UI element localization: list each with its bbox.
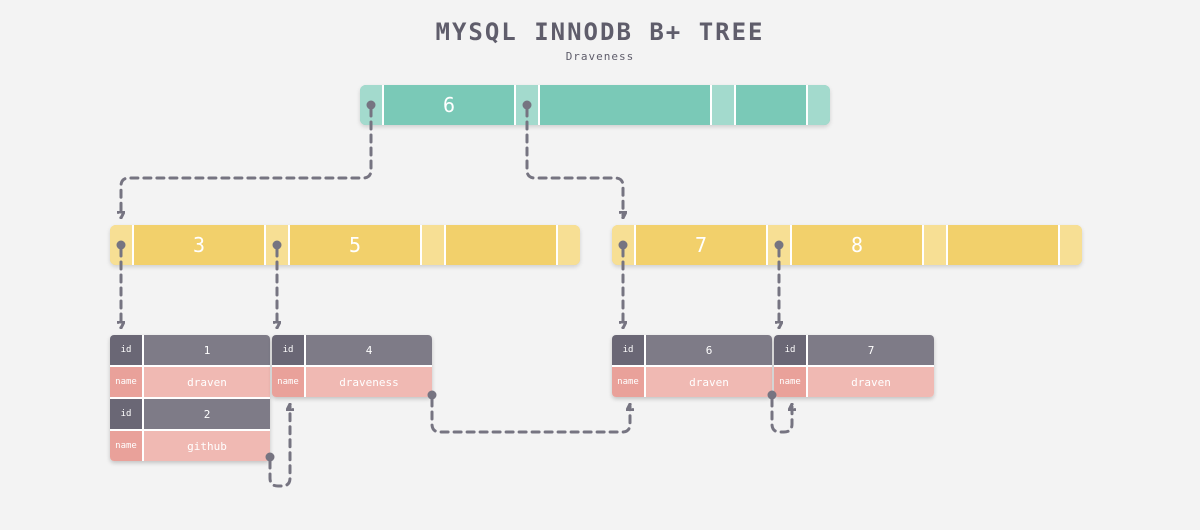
leaf2-id-label: id <box>272 335 306 365</box>
leaf4-id: 7 <box>808 335 934 365</box>
leaf1a-name-label: name <box>110 367 144 397</box>
il-ptr-2 <box>422 225 444 265</box>
leaf1a-id-label: id <box>110 335 144 365</box>
leaf3-id: 6 <box>646 335 772 365</box>
root-ptr-0 <box>360 85 382 125</box>
root-key-empty-2 <box>736 85 806 125</box>
ir-key-0: 7 <box>636 225 766 265</box>
leaf1b-id-label: id <box>110 399 144 429</box>
leaf4-id-label: id <box>774 335 808 365</box>
leaf1b-id: 2 <box>144 399 270 429</box>
root-ptr-end <box>808 85 830 125</box>
il-key-empty <box>446 225 556 265</box>
il-key-1: 5 <box>290 225 420 265</box>
ir-ptr-end <box>1060 225 1082 265</box>
leaf1a-id: 1 <box>144 335 270 365</box>
leaf-card-4: id 7 name draven <box>774 335 934 397</box>
leaf1a-name: draven <box>144 367 270 397</box>
leaf4-name-label: name <box>774 367 808 397</box>
il-key-0: 3 <box>134 225 264 265</box>
ir-ptr-0 <box>612 225 634 265</box>
ir-ptr-2 <box>924 225 946 265</box>
root-key-empty <box>540 85 710 125</box>
leaf2-id: 4 <box>306 335 432 365</box>
leaf2-name: draveness <box>306 367 432 397</box>
leaf3-id-label: id <box>612 335 646 365</box>
internal-left: 3 5 <box>110 225 580 265</box>
leaf2-name-label: name <box>272 367 306 397</box>
diagram-subtitle: Draveness <box>0 50 1200 63</box>
root-node: 6 <box>360 85 830 125</box>
leaf-card-1: id 1 name draven id 2 name github <box>110 335 270 461</box>
leaf1b-name-label: name <box>110 431 144 461</box>
il-ptr-0 <box>110 225 132 265</box>
il-ptr-end <box>558 225 580 265</box>
root-ptr-1 <box>516 85 538 125</box>
ir-ptr-1 <box>768 225 790 265</box>
root-ptr-2 <box>712 85 734 125</box>
leaf3-name: draven <box>646 367 772 397</box>
ir-key-1: 8 <box>792 225 922 265</box>
root-key-0: 6 <box>384 85 514 125</box>
leaf3-name-label: name <box>612 367 646 397</box>
leaf1b-name: github <box>144 431 270 461</box>
leaf4-name: draven <box>808 367 934 397</box>
internal-right: 7 8 <box>612 225 1082 265</box>
leaf-card-3: id 6 name draven <box>612 335 772 397</box>
ir-key-empty <box>948 225 1058 265</box>
il-ptr-1 <box>266 225 288 265</box>
diagram-title: MYSQL INNODB B+ TREE <box>0 18 1200 46</box>
leaf-card-2: id 4 name draveness <box>272 335 432 397</box>
